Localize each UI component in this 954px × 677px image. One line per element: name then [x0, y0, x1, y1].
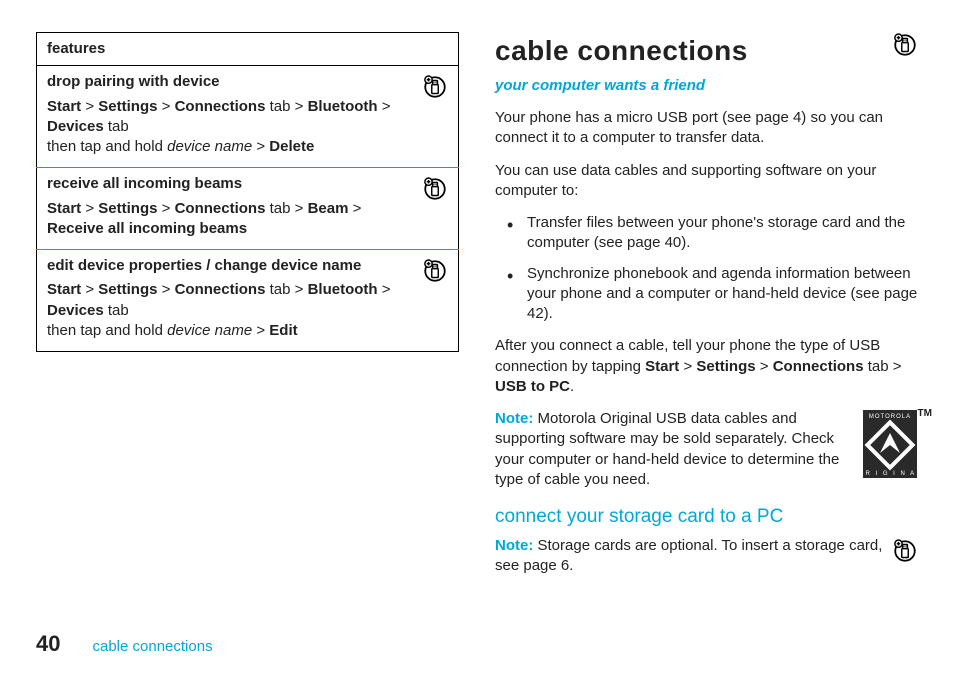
feature-path: Start > Settings > Connections tab > Bea… — [47, 199, 448, 240]
list-item: Synchronize phonebook and agenda informa… — [513, 264, 918, 325]
feature-path: Start > Settings > Connections tab > Blu… — [47, 97, 448, 138]
right-column: cable connections your computer wants a … — [495, 32, 918, 620]
note-text: Motorola Original USB data cables and su… — [495, 410, 839, 488]
page-footer: 40 cable connections — [36, 629, 213, 659]
usb-icon — [422, 74, 448, 100]
feature-path-tail: then tap and hold device name > Edit — [47, 321, 448, 341]
trademark-symbol: TM — [918, 407, 932, 421]
paragraph: Your phone has a micro USB port (see pag… — [495, 108, 918, 149]
table-row: receive all incoming beams Start > Settin… — [37, 168, 459, 250]
usb-icon — [892, 32, 918, 58]
bullet-list: Transfer files between your phone's stor… — [495, 213, 918, 324]
feature-title: receive all incoming beams — [47, 174, 448, 194]
svg-text:MOTOROLA: MOTOROLA — [869, 414, 911, 420]
note-paragraph: TM MOTOROLA O R I G I N A L Note: Motoro… — [495, 409, 918, 490]
feature-path: Start > Settings > Connections tab > Blu… — [47, 280, 448, 321]
section-tagline: your computer wants a friend — [495, 76, 918, 96]
footer-section-name: cable connections — [92, 637, 212, 657]
features-table-header: features — [37, 33, 459, 66]
features-table: features drop pairing with device Start >… — [36, 32, 459, 352]
note-text: Storage cards are optional. To insert a … — [495, 537, 882, 574]
usb-icon — [892, 538, 918, 564]
table-row: drop pairing with device Start > Settings… — [37, 66, 459, 168]
motorola-original-logo: TM MOTOROLA O R I G I N A L — [862, 409, 918, 485]
paragraph: After you connect a cable, tell your pho… — [495, 336, 918, 397]
feature-title: edit device properties / change device n… — [47, 256, 448, 276]
feature-path-tail: then tap and hold device name > Delete — [47, 137, 448, 157]
page-number: 40 — [36, 629, 60, 659]
section-heading: cable connections — [495, 32, 748, 70]
paragraph: You can use data cables and supporting s… — [495, 161, 918, 202]
table-row: edit device properties / change device n… — [37, 250, 459, 352]
usb-icon — [422, 176, 448, 202]
usb-icon — [422, 258, 448, 284]
note-label: Note: — [495, 537, 533, 554]
note-paragraph: Note: Storage cards are optional. To ins… — [495, 536, 918, 577]
svg-text:O R I G I N A L: O R I G I N A L — [862, 471, 918, 477]
left-column: features drop pairing with device Start >… — [36, 32, 459, 620]
list-item: Transfer files between your phone's stor… — [513, 213, 918, 254]
note-label: Note: — [495, 410, 533, 427]
feature-title: drop pairing with device — [47, 72, 448, 92]
subsection-heading: connect your storage card to a PC — [495, 504, 918, 530]
